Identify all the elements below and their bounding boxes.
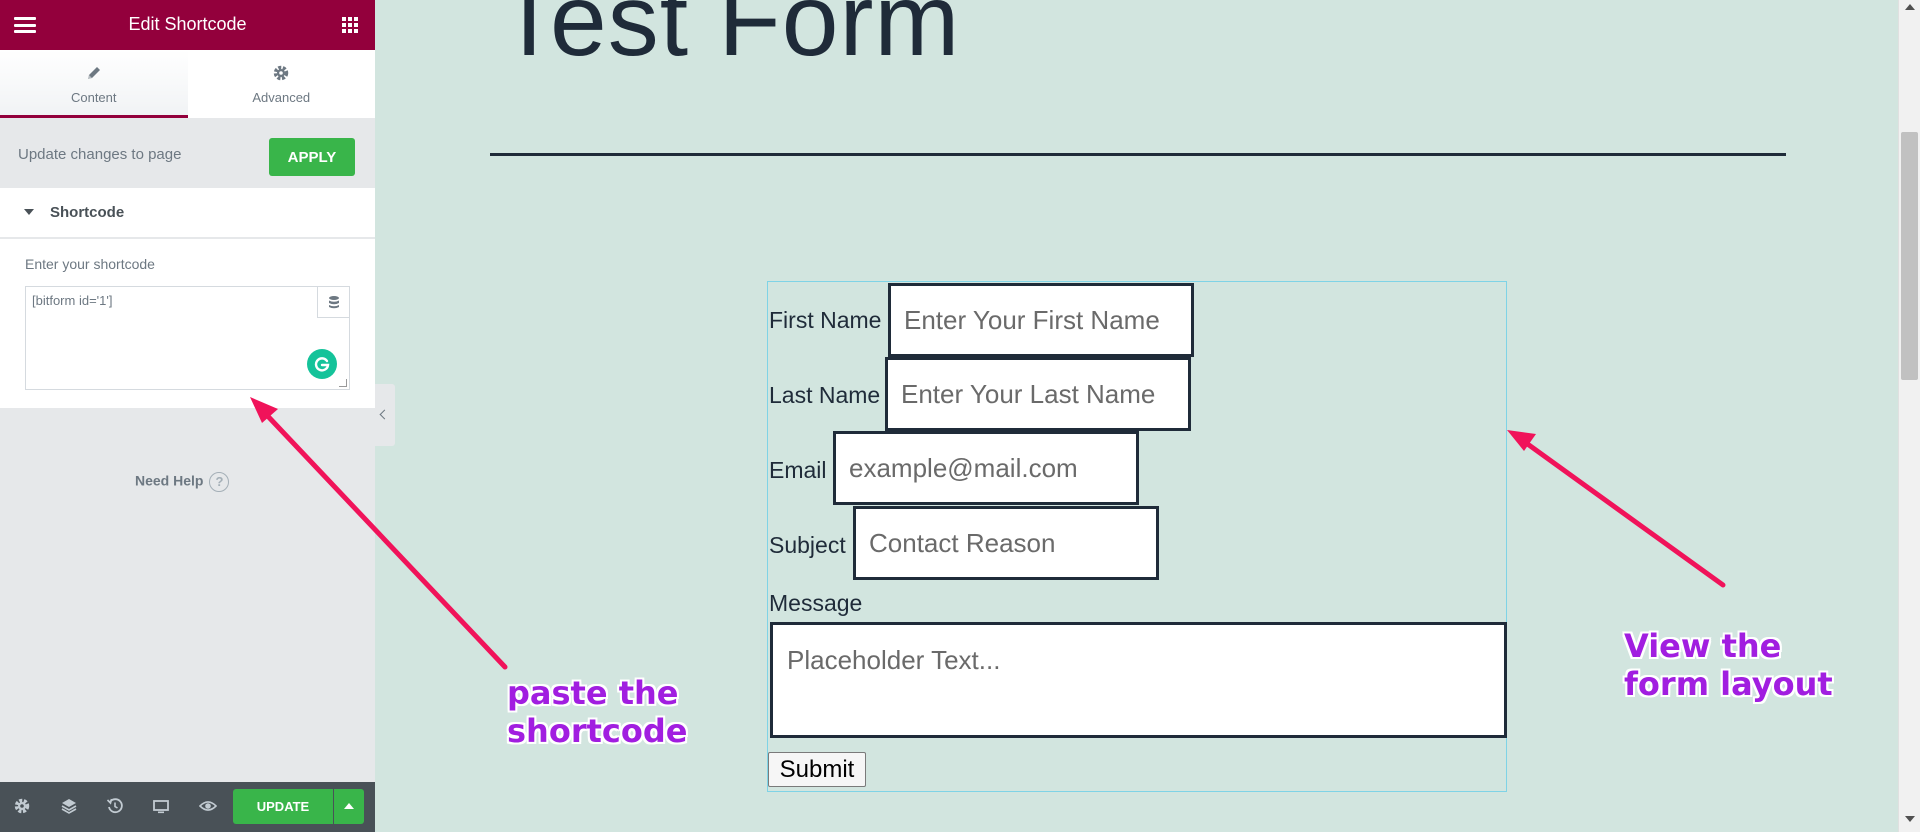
editor-panel: Edit Shortcode Content Advanced Update c… [0, 0, 375, 832]
shortcode-field [25, 286, 350, 390]
tab-advanced-label: Advanced [252, 90, 311, 105]
shortcode-field-label: Enter your shortcode [25, 256, 155, 272]
section-shortcode-body: Enter your shortcode [0, 239, 375, 408]
resize-handle-icon[interactable] [339, 379, 347, 387]
gear-icon [188, 64, 376, 84]
responsive-desktop-icon[interactable] [152, 797, 172, 817]
submit-button[interactable]: Submit [768, 752, 866, 787]
apply-button[interactable]: APPLY [269, 138, 355, 176]
annotation-right-line1: View the [1624, 627, 1782, 665]
update-options-caret-icon[interactable] [334, 789, 364, 824]
annotation-left-line1: paste the [507, 674, 679, 712]
need-help-link[interactable]: Need Help? [135, 472, 230, 492]
page-scrollbar[interactable] [1898, 0, 1920, 832]
annotation-left-line2: shortcode [507, 712, 688, 750]
subject-input[interactable] [853, 506, 1159, 580]
caret-down-icon [24, 209, 34, 215]
update-button[interactable]: UPDATE [233, 789, 333, 824]
scrollbar-thumb[interactable] [1901, 132, 1918, 380]
right-annotation-arrow [1507, 430, 1726, 588]
last-name-input[interactable] [885, 357, 1191, 431]
email-label: Email [769, 457, 827, 483]
subject-label: Subject [769, 532, 846, 558]
tab-advanced[interactable]: Advanced [188, 50, 376, 118]
navigator-layers-icon[interactable] [60, 797, 80, 817]
tab-content[interactable]: Content [0, 50, 188, 118]
collapse-panel-chevron-icon[interactable] [375, 384, 395, 446]
dynamic-tags-database-icon[interactable] [317, 287, 349, 318]
question-mark-icon: ? [209, 472, 230, 492]
message-label: Message [769, 590, 863, 616]
apply-label: Update changes to page [18, 146, 182, 163]
pencil-icon [0, 64, 188, 84]
last-name-label: Last Name [769, 382, 881, 408]
tab-content-label: Content [70, 90, 117, 105]
annotation-right-line2: form layout [1624, 665, 1833, 703]
panel-title: Edit Shortcode [128, 14, 247, 34]
message-textarea[interactable] [770, 622, 1507, 738]
panel-header: Edit Shortcode [0, 0, 375, 50]
need-help-label: Need Help [135, 472, 204, 489]
section-shortcode-header[interactable]: Shortcode [0, 188, 375, 238]
settings-gear-icon[interactable] [13, 797, 33, 817]
scroll-up-arrow-icon[interactable] [1905, 4, 1915, 10]
shortcode-textarea[interactable] [26, 287, 349, 389]
section-title: Shortcode [50, 204, 125, 221]
panel-tabs: Content Advanced [0, 50, 375, 118]
annotation-paste-shortcode: paste the shortcode [507, 674, 687, 750]
preview-eye-icon[interactable] [198, 797, 219, 817]
history-icon[interactable] [106, 797, 126, 817]
email-input[interactable] [833, 431, 1139, 505]
page-title: Test Form [498, 0, 961, 77]
grammarly-icon[interactable] [307, 349, 337, 379]
scroll-down-arrow-icon[interactable] [1905, 816, 1915, 822]
first-name-label: First Name [769, 307, 882, 333]
first-name-input[interactable] [888, 283, 1194, 357]
title-divider [490, 153, 1786, 156]
widgets-grid-icon[interactable] [342, 17, 358, 33]
annotation-view-form-layout: View the form layout [1624, 627, 1833, 703]
